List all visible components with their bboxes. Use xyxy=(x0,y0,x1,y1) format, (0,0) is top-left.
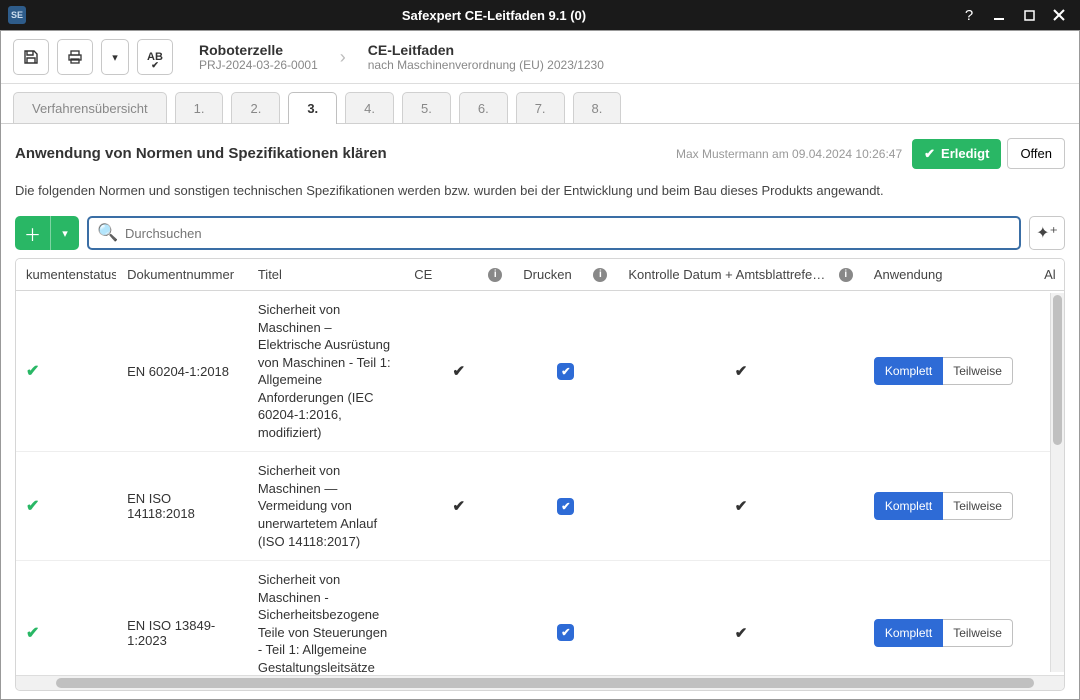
spellcheck-button[interactable]: AB✔ xyxy=(137,39,173,75)
scroll-thumb[interactable] xyxy=(56,678,1034,688)
cell-print[interactable]: ✔ xyxy=(513,291,618,451)
vertical-scrollbar[interactable] xyxy=(1050,293,1064,672)
meta-text: Max Mustermann am 09.04.2024 10:26:47 xyxy=(676,147,902,161)
app-logo: SE xyxy=(8,6,26,24)
cell-title: Sicherheit von Maschinen — Vermeidung vo… xyxy=(248,452,404,560)
print-button[interactable] xyxy=(57,39,93,75)
tab-1[interactable]: 1. xyxy=(175,92,224,124)
cell-status: ✔ xyxy=(16,561,117,675)
info-icon[interactable]: i xyxy=(839,268,853,282)
section-description: Die folgenden Normen und sonstigen techn… xyxy=(15,183,1065,198)
search-icon: 🔍 xyxy=(97,223,118,243)
cell-print[interactable]: ✔ xyxy=(513,452,618,560)
table-row[interactable]: ✔ EN ISO 13849-1:2023Sicherheit von Masch… xyxy=(16,561,1064,675)
col-anwendung[interactable]: Anwendung xyxy=(864,259,1034,290)
tab-verfahrensübersicht[interactable]: Verfahrensübersicht xyxy=(13,92,167,124)
cell-title: Sicherheit von Maschinen – Elektrische A… xyxy=(248,291,404,451)
check-icon: ✔ xyxy=(26,496,39,516)
window-title: Safexpert CE-Leitfaden 9.1 (0) xyxy=(36,8,952,23)
checkbox-checked-icon[interactable]: ✔ xyxy=(557,498,574,515)
status-open-button[interactable]: Offen xyxy=(1007,138,1065,169)
check-icon: ✔ xyxy=(735,497,748,515)
check-icon: ✔ xyxy=(924,146,935,162)
maximize-icon[interactable] xyxy=(1016,3,1042,27)
toggle-teilweise[interactable]: Teilweise xyxy=(943,492,1013,520)
standards-grid: kumentenstatus Dokumentnummer Titel CEi … xyxy=(15,258,1065,691)
tab-5[interactable]: 5. xyxy=(402,92,451,124)
col-title[interactable]: Titel xyxy=(248,259,404,290)
cell-kontrolle: ✔ xyxy=(618,291,863,451)
scroll-thumb[interactable] xyxy=(1053,295,1062,445)
cell-status: ✔ xyxy=(16,452,117,560)
info-icon[interactable]: i xyxy=(593,268,607,282)
check-icon: ✔ xyxy=(735,624,748,642)
cell-docnumber: EN 60204-1:2018 xyxy=(117,291,248,451)
table-row[interactable]: ✔ EN ISO 14118:2018Sicherheit von Maschin… xyxy=(16,452,1064,561)
add-button[interactable]: ＋ xyxy=(15,216,51,250)
status-done-button[interactable]: ✔Erledigt xyxy=(912,139,1001,169)
cell-print[interactable]: ✔ xyxy=(513,561,618,675)
help-icon[interactable]: ? xyxy=(956,3,982,27)
titlebar: SE Safexpert CE-Leitfaden 9.1 (0) ? xyxy=(0,0,1080,30)
table-row[interactable]: ✔ EN 60204-1:2018Sicherheit von Maschinen… xyxy=(16,291,1064,452)
col-status[interactable]: kumentenstatus xyxy=(16,259,117,290)
magic-wand-button[interactable]: ✦⁺ xyxy=(1029,216,1065,250)
print-dropdown[interactable]: ▾ xyxy=(101,39,129,75)
search-input[interactable] xyxy=(87,216,1021,250)
cell-kontrolle: ✔ xyxy=(618,452,863,560)
cell-docnumber: EN ISO 14118:2018 xyxy=(117,452,248,560)
tab-2[interactable]: 2. xyxy=(231,92,280,124)
breadcrumb-guide[interactable]: CE-Leitfaden nach Maschinenverordnung (E… xyxy=(368,42,604,72)
tab-4[interactable]: 4. xyxy=(345,92,394,124)
toolbar: ▾ AB✔ Roboterzelle PRJ-2024-03-26-0001 ›… xyxy=(1,31,1079,84)
col-print[interactable]: Druckeni xyxy=(513,259,618,290)
tab-3[interactable]: 3. xyxy=(288,92,337,124)
close-icon[interactable] xyxy=(1046,3,1072,27)
cell-anwendung: KomplettTeilweise xyxy=(864,291,1034,451)
col-overflow[interactable]: Al xyxy=(1034,259,1064,290)
breadcrumb-project[interactable]: Roboterzelle PRJ-2024-03-26-0001 xyxy=(199,42,318,72)
chevron-right-icon: › xyxy=(340,47,346,68)
toggle-komplett[interactable]: Komplett xyxy=(874,492,943,520)
toggle-teilweise[interactable]: Teilweise xyxy=(943,357,1013,385)
horizontal-scrollbar[interactable] xyxy=(16,675,1064,690)
col-docnumber[interactable]: Dokumentnummer xyxy=(117,259,248,290)
grid-header: kumentenstatus Dokumentnummer Titel CEi … xyxy=(16,259,1064,291)
tab-bar: Verfahrensübersicht1.2.3.4.5.6.7.8. xyxy=(1,92,1079,124)
anwendung-toggle[interactable]: KomplettTeilweise xyxy=(874,492,1013,520)
toggle-komplett[interactable]: Komplett xyxy=(874,619,943,647)
cell-status: ✔ xyxy=(16,291,117,451)
check-icon: ✔ xyxy=(26,361,39,381)
checkbox-checked-icon[interactable]: ✔ xyxy=(557,624,574,641)
checkbox-checked-icon[interactable]: ✔ xyxy=(557,363,574,380)
breadcrumb: Roboterzelle PRJ-2024-03-26-0001 › CE-Le… xyxy=(199,42,604,72)
add-dropdown[interactable]: ▾ xyxy=(51,216,79,250)
cell-docnumber: EN ISO 13849-1:2023 xyxy=(117,561,248,675)
check-icon: ✔ xyxy=(735,362,748,380)
col-kontrolle[interactable]: Kontrolle Datum + Amtsblattrefe…i xyxy=(618,259,863,290)
save-button[interactable] xyxy=(13,39,49,75)
tab-6[interactable]: 6. xyxy=(459,92,508,124)
toggle-komplett[interactable]: Komplett xyxy=(874,357,943,385)
cell-ce: ✔ xyxy=(404,291,513,451)
check-icon: ✔ xyxy=(453,497,466,515)
cell-anwendung: KomplettTeilweise xyxy=(864,452,1034,560)
check-icon: ✔ xyxy=(26,623,39,643)
cell-title: Sicherheit von Maschinen - Sicherheitsbe… xyxy=(248,561,404,675)
tab-7[interactable]: 7. xyxy=(516,92,565,124)
section-headline: Anwendung von Normen und Spezifikationen… xyxy=(15,145,676,162)
anwendung-toggle[interactable]: KomplettTeilweise xyxy=(874,619,1013,647)
minimize-icon[interactable] xyxy=(986,3,1012,27)
toggle-teilweise[interactable]: Teilweise xyxy=(943,619,1013,647)
tab-8[interactable]: 8. xyxy=(573,92,622,124)
col-ce[interactable]: CEi xyxy=(404,259,513,290)
check-icon: ✔ xyxy=(453,362,466,380)
cell-kontrolle: ✔ xyxy=(618,561,863,675)
anwendung-toggle[interactable]: KomplettTeilweise xyxy=(874,357,1013,385)
cell-ce xyxy=(404,561,513,675)
info-icon[interactable]: i xyxy=(488,268,502,282)
cell-ce: ✔ xyxy=(404,452,513,560)
cell-anwendung: KomplettTeilweise xyxy=(864,561,1034,675)
